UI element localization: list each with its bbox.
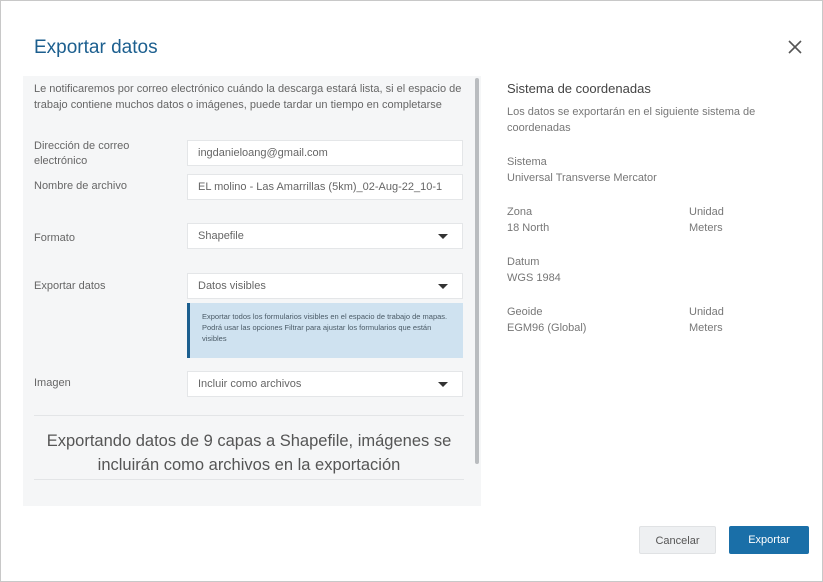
datum-label: Datum — [507, 256, 540, 268]
image-select-value: Incluir como archivos — [198, 378, 302, 390]
geoid-value: EGM96 (Global) — [507, 322, 587, 334]
export-data-label: Exportar datos — [34, 280, 106, 292]
format-select[interactable]: Shapefile — [187, 223, 463, 249]
export-data-select-value: Datos visibles — [198, 280, 266, 292]
export-data-select[interactable]: Datos visibles — [187, 273, 463, 299]
datum-value: WGS 1984 — [507, 272, 561, 284]
image-select[interactable]: Incluir como archivos — [187, 371, 463, 397]
cancel-button[interactable]: Cancelar — [639, 526, 716, 554]
filename-label: Nombre de archivo — [34, 180, 127, 192]
divider — [34, 479, 464, 480]
unit-value: Meters — [689, 322, 723, 334]
chevron-down-icon — [438, 284, 448, 289]
chevron-down-icon — [438, 382, 448, 387]
intro-text: Le notificaremos por correo electrónico … — [34, 83, 462, 111]
chevron-down-icon — [438, 234, 448, 239]
coords-description: Los datos se exportarán en el siguiente … — [507, 106, 756, 134]
form-scrollbar[interactable] — [475, 78, 479, 464]
zone-label: Zona — [507, 206, 533, 218]
system-label: Sistema — [507, 156, 547, 168]
unit-label: Unidad — [689, 306, 724, 318]
format-label: Formato — [34, 232, 75, 244]
unit-value: Meters — [689, 222, 723, 234]
export-dialog: Exportar datos Le notificaremos por corr… — [0, 0, 823, 582]
system-value: Universal Transverse Mercator — [507, 172, 657, 184]
dialog-title: Exportar datos — [34, 37, 158, 58]
filename-field[interactable]: EL molino - Las Amarrillas (5km)_02-Aug-… — [187, 174, 463, 200]
email-field[interactable]: ingdanieloang@gmail.com — [187, 140, 463, 166]
geoid-label: Geoide — [507, 306, 543, 318]
export-info-box: Exportar todos los formularios visibles … — [187, 303, 463, 358]
unit-label: Unidad — [689, 206, 724, 218]
close-icon[interactable] — [783, 35, 807, 59]
zone-value: 18 North — [507, 222, 550, 234]
image-label: Imagen — [34, 377, 71, 389]
format-select-value: Shapefile — [198, 230, 244, 242]
divider — [34, 415, 464, 416]
export-button[interactable]: Exportar — [729, 526, 809, 554]
email-label: Dirección de correo electrónico — [34, 140, 130, 167]
export-summary: Exportando datos de 9 capas a Shapefile,… — [46, 432, 452, 474]
coords-title: Sistema de coordenadas — [507, 81, 651, 96]
